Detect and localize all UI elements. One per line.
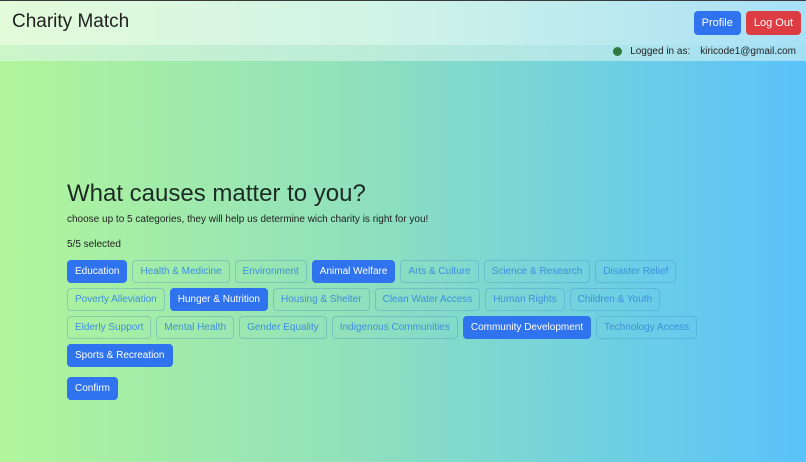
category-chip[interactable]: Hunger & Nutrition bbox=[169, 288, 268, 311]
login-status-bar: Logged in as: kiricode1@gmail.com bbox=[0, 45, 806, 61]
category-chip[interactable]: Children & Youth bbox=[569, 288, 661, 311]
category-chip[interactable]: Human Rights bbox=[485, 288, 565, 311]
confirm-button[interactable]: Confirm bbox=[67, 377, 119, 400]
category-chip[interactable]: Mental Health bbox=[156, 316, 235, 339]
navbar: Charity Match Profile Log Out bbox=[0, 1, 806, 45]
nav-buttons: Profile Log Out bbox=[693, 11, 801, 35]
login-email: kiricode1@gmail.com bbox=[700, 46, 796, 57]
login-label: Logged in as: bbox=[630, 46, 691, 57]
category-chip[interactable]: Housing & Shelter bbox=[272, 288, 370, 311]
online-status-icon bbox=[613, 47, 623, 56]
category-chip[interactable]: Community Development bbox=[462, 316, 592, 339]
selection-counter: 5/5 selected bbox=[67, 239, 121, 250]
category-chip[interactable]: Animal Welfare bbox=[311, 260, 396, 283]
category-chip[interactable]: Poverty Alleviation bbox=[67, 288, 165, 311]
profile-button[interactable]: Profile bbox=[693, 11, 741, 35]
category-chip[interactable]: Disaster Relief bbox=[595, 260, 677, 283]
category-chip[interactable]: Health & Medicine bbox=[132, 260, 230, 283]
category-chip[interactable]: Education bbox=[67, 260, 128, 283]
category-list: Education Health & Medicine Environment Ani… bbox=[67, 260, 707, 367]
category-chip[interactable]: Clean Water Access bbox=[374, 288, 481, 311]
logout-button[interactable]: Log Out bbox=[745, 11, 801, 35]
category-chip[interactable]: Elderly Support bbox=[67, 316, 152, 339]
category-chip[interactable]: Sports & Recreation bbox=[67, 344, 173, 367]
brand-title[interactable]: Charity Match bbox=[12, 11, 129, 33]
page-title: What causes matter to you? bbox=[67, 180, 366, 207]
cause-selection-panel: What causes matter to you? choose up to … bbox=[67, 179, 767, 400]
category-chip[interactable]: Science & Research bbox=[483, 260, 591, 283]
page-subtitle: choose up to 5 categories, they will hel… bbox=[67, 214, 429, 225]
category-chip[interactable]: Indigenous Communities bbox=[331, 316, 458, 339]
category-chip[interactable]: Gender Equality bbox=[239, 316, 327, 339]
category-chip[interactable]: Environment bbox=[234, 260, 307, 283]
category-chip[interactable]: Technology Access bbox=[596, 316, 698, 339]
category-chip[interactable]: Arts & Culture bbox=[400, 260, 479, 283]
login-status: Logged in as: kiricode1@gmail.com bbox=[613, 46, 796, 57]
